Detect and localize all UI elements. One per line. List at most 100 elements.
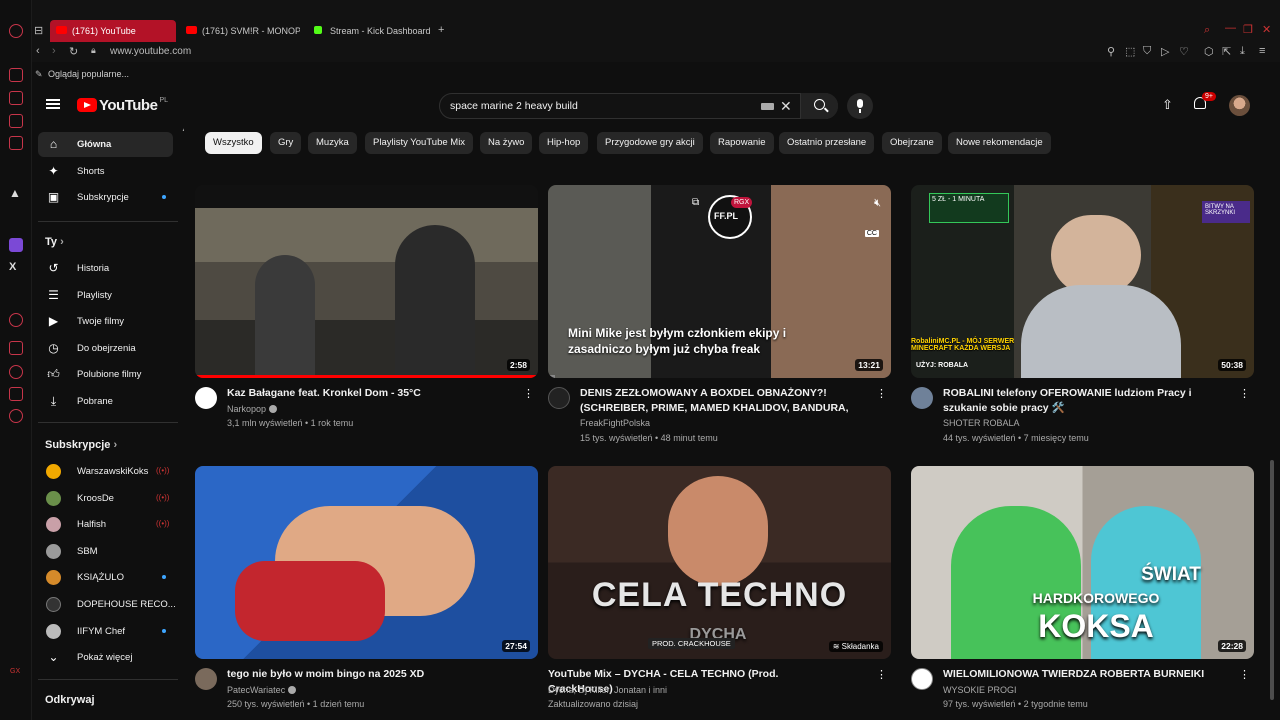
video-thumbnail[interactable]: FF.PL RGX Mini Mike jest byłym członkiem… (548, 185, 891, 378)
extensions-icon[interactable]: ⬡ (1204, 45, 1214, 58)
you-section-title[interactable]: Ty › (45, 236, 64, 248)
channel-avatar[interactable] (195, 387, 217, 409)
opera-logo-icon[interactable] (9, 24, 23, 38)
video-card[interactable]: 27:54 tego nie było w moim bingo na 2025… (195, 466, 538, 720)
x-rail-icon[interactable]: X (9, 261, 23, 275)
video-card[interactable]: 5 ZŁ - 1 MINUTA BITWY NA SKRZYNKI Robali… (911, 185, 1254, 450)
search-button[interactable] (800, 93, 838, 119)
chip-recently-uploaded[interactable]: Ostatnio przesłane (779, 132, 875, 154)
search-tabs-icon[interactable]: ⌕ (1204, 24, 1210, 37)
tabs-menu-icon[interactable]: ⊟ (34, 24, 43, 37)
sidebar-item-shorts[interactable]: ✦ Shorts (38, 159, 173, 184)
clock-rail-icon[interactable] (9, 365, 23, 379)
new-tab-icon[interactable]: + (438, 24, 444, 36)
clear-search-icon[interactable]: ✕ (780, 98, 792, 114)
video-card[interactable]: ŚWIAT HARDKOROWEGO KOKSA 22:28 WIELOMILI… (911, 466, 1254, 720)
sidebar-item-watch-later[interactable]: ◷ Do obejrzenia (38, 336, 173, 361)
history-rail-icon[interactable] (9, 68, 23, 82)
shield-icon[interactable]: ⛉ (1143, 45, 1151, 58)
sidebar-item-subscriptions[interactable]: ▣ Subskrypcje (38, 185, 173, 210)
tab-youtube[interactable]: (1761) YouTube (50, 20, 176, 42)
chip-youtube-mix[interactable]: Playlisty YouTube Mix (365, 132, 474, 154)
sidebar-item-subscription[interactable]: DOPEHOUSE RECO... (38, 592, 176, 617)
video-card[interactable]: 2:58 Kaz Bałagane feat. Kronkel Dom - 35… (195, 185, 538, 435)
tab-svmir[interactable]: (1761) SVM!R - MONOPO (180, 20, 300, 42)
bookmark-popular[interactable]: Oglądaj popularne... (48, 69, 129, 79)
subscriptions-section-title[interactable]: Subskrypcje › (45, 439, 117, 451)
channel-avatar[interactable] (911, 668, 933, 690)
player-rail-icon[interactable] (9, 313, 23, 327)
sidebar-item-subscription[interactable]: KroosDe ((•)) (38, 486, 173, 511)
chip-hiphop[interactable]: Hip-hop (539, 132, 589, 154)
chip-new-recommendations[interactable]: Nowe rekomendacje (948, 132, 1051, 154)
channel-name[interactable]: FreakFightPolska (580, 418, 650, 428)
gx-rail-icon[interactable]: GX (10, 668, 20, 675)
more-options-icon[interactable]: ⋮ (523, 387, 534, 400)
channel-name[interactable]: PatecWariatec (227, 685, 297, 695)
url-text[interactable]: www.youtube.com (110, 46, 191, 57)
video-thumbnail[interactable]: 5 ZŁ - 1 MINUTA BITWY NA SKRZYNKI Robali… (911, 185, 1254, 378)
search-input[interactable]: space marine 2 heavy build (450, 100, 578, 112)
channel-avatar[interactable] (911, 387, 933, 409)
messenger-rail-icon[interactable] (9, 114, 23, 128)
account-avatar[interactable] (1229, 95, 1250, 116)
pin-icon[interactable]: ⚲ (1107, 45, 1115, 58)
channel-name[interactable]: WYSOKIE PROGI (943, 685, 1017, 695)
sidebar-item-your-videos[interactable]: ▶ Twoje filmy (38, 309, 173, 334)
video-title[interactable]: WIELOMILIONOWA TWIERDZA ROBERTA BURNEIKI (943, 667, 1233, 682)
tv-rail-icon[interactable] (9, 136, 23, 150)
mute-icon[interactable]: 🔇︎ (874, 197, 881, 210)
video-title[interactable]: ROBALINI telefony OFEROWANIE ludziom Pra… (943, 386, 1233, 416)
chip-music[interactable]: Muzyka (308, 132, 357, 154)
more-options-icon[interactable]: ⋮ (1239, 668, 1250, 681)
video-thumbnail[interactable]: 27:54 (195, 466, 538, 659)
aria-rail-icon[interactable]: ▲ (9, 186, 23, 200)
page-scrollbar[interactable] (1270, 460, 1274, 700)
maximize-icon[interactable]: ❐ (1243, 23, 1253, 36)
heart-icon[interactable]: ♡ (1179, 45, 1189, 58)
back-icon[interactable]: ‹ (36, 45, 40, 57)
voice-search-button[interactable] (847, 93, 873, 119)
add-to-queue-icon[interactable]: ⧉ (692, 197, 699, 208)
reload-icon[interactable]: ↻ (69, 45, 78, 58)
channel-name[interactable]: Dycha, Dj Killer, Jonatan i inni (548, 685, 667, 695)
channel-avatar[interactable] (548, 387, 570, 409)
sidebar-item-subscription[interactable]: WarszawskiKoks ((•)) (38, 459, 173, 484)
channel-name[interactable]: Narkopop (227, 404, 278, 414)
play-icon[interactable]: ▷ (1161, 45, 1169, 58)
hamburger-menu-icon[interactable] (46, 99, 60, 109)
sidebar-item-subscription[interactable]: IIFYM Chef (38, 619, 173, 644)
share-icon[interactable]: ⇱ (1222, 45, 1231, 58)
sidebar-item-history[interactable]: ↺ Historia (38, 256, 173, 281)
sidebar-item-subscription[interactable]: KSIĄŻULO (38, 565, 173, 590)
snapshot-icon[interactable]: ⬚ (1125, 45, 1135, 58)
channel-avatar[interactable] (195, 668, 217, 690)
bookmark-rail-icon[interactable] (9, 387, 23, 401)
minimize-icon[interactable]: — (1225, 22, 1236, 34)
keyboard-icon[interactable] (761, 103, 774, 110)
chip-watched[interactable]: Obejrzane (882, 132, 942, 154)
show-more-button[interactable]: ⌄ Pokaż więcej (38, 645, 173, 670)
sidebar-item-subscription[interactable]: Halfish ((•)) (38, 512, 173, 537)
sidebar-item-liked[interactable]: 👍︎ Polubione filmy (38, 362, 173, 387)
bag-rail-icon[interactable] (9, 91, 23, 105)
channel-name[interactable]: SHOTER ROBALA (943, 418, 1020, 428)
video-thumbnail[interactable]: 2:58 (195, 185, 538, 378)
captions-icon[interactable]: CC (864, 230, 879, 237)
chip-games[interactable]: Gry (270, 132, 302, 154)
download-icon[interactable]: ⤓ (1240, 45, 1245, 58)
more-options-icon[interactable]: ⋮ (1239, 387, 1250, 400)
forward-icon[interactable]: › (52, 45, 56, 57)
sidebar-item-home[interactable]: ⌂ Główna (38, 132, 173, 157)
video-thumbnail[interactable]: CELA TECHNO DYCHA PROD. CRACKHOUSE ≋ Skł… (548, 466, 891, 659)
settings-rail-icon[interactable] (9, 409, 23, 423)
video-title[interactable]: tego nie było w moim bingo na 2025 XD (227, 667, 517, 682)
tab-kick[interactable]: Stream - Kick Dashboard (308, 20, 432, 42)
sidebar-item-subscription[interactable]: SBM (38, 539, 173, 564)
video-title[interactable]: Kaz Bałagane feat. Kronkel Dom - 35°C (227, 386, 517, 401)
video-card[interactable]: CELA TECHNO DYCHA PROD. CRACKHOUSE ≋ Skł… (548, 466, 891, 720)
close-window-icon[interactable]: ✕ (1262, 23, 1271, 36)
chip-live[interactable]: Na żywo (480, 132, 533, 154)
sidebar-item-playlists[interactable]: ☰ Playlisty (38, 283, 173, 308)
chip-action-adventure[interactable]: Przygodowe gry akcji (597, 132, 703, 154)
